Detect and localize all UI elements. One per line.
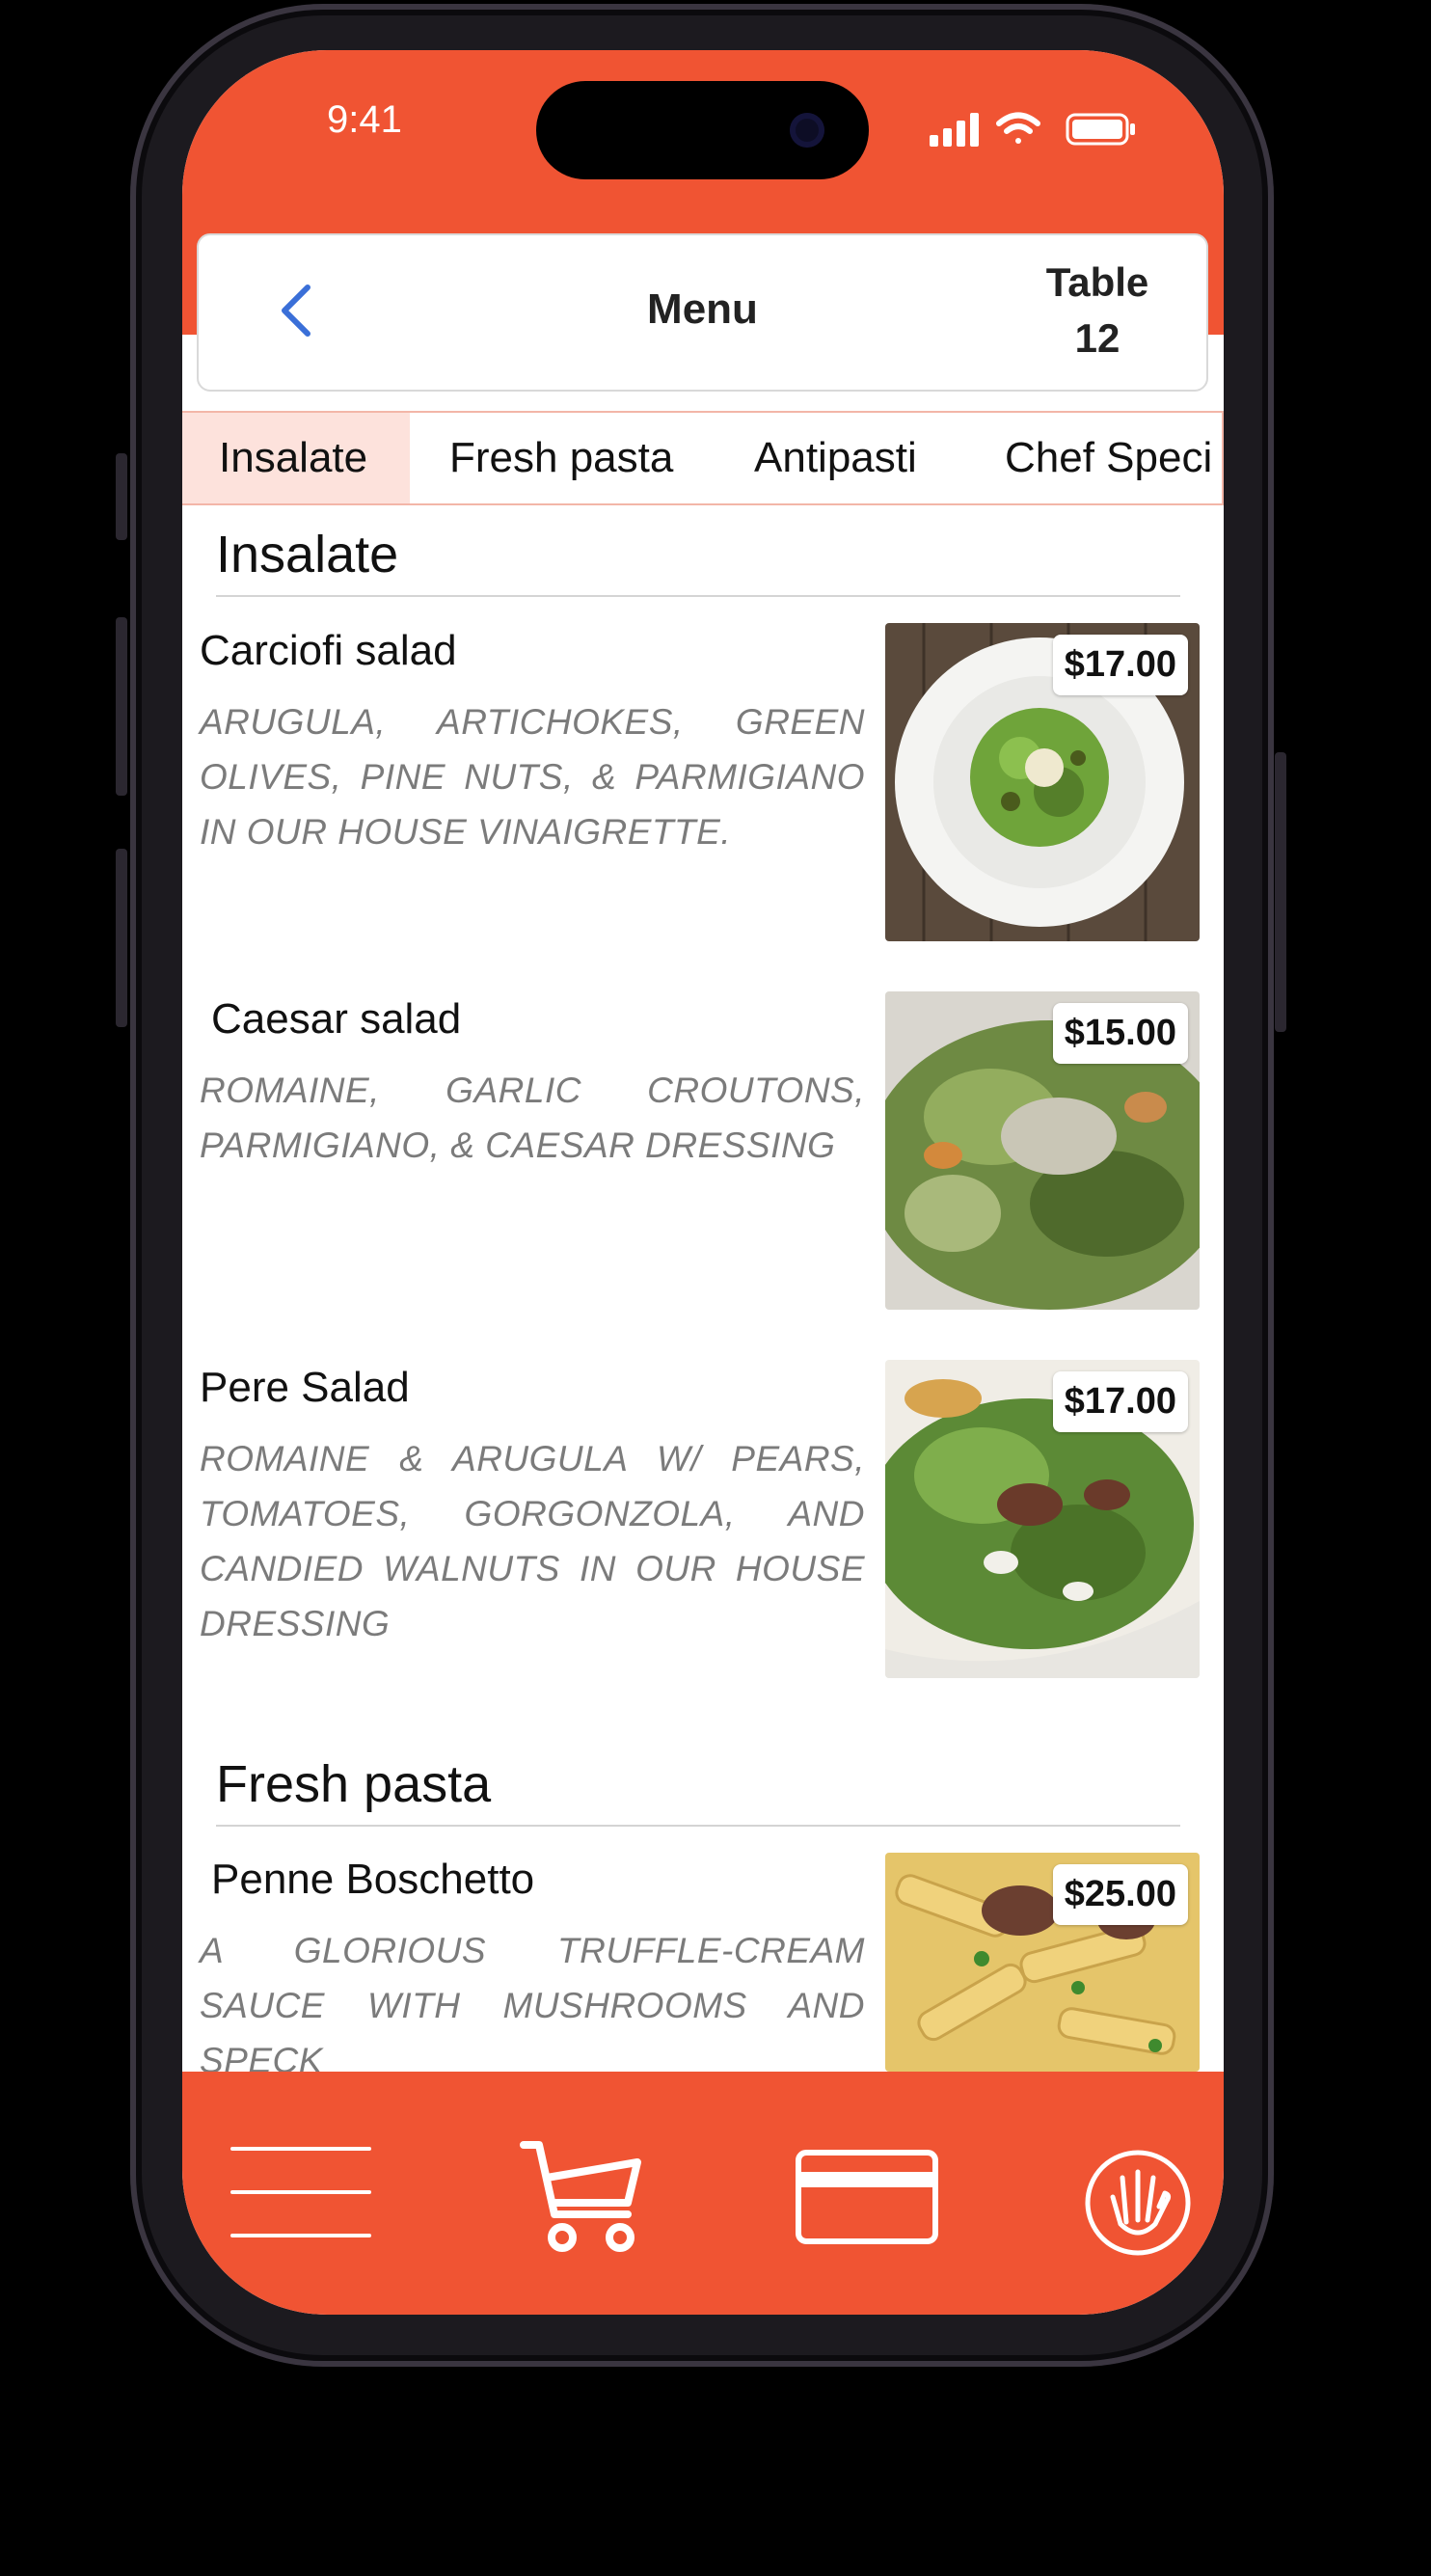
cart-icon [520,2141,641,2252]
phone-power-button [1275,752,1286,1032]
cellular-signal-icon [930,113,979,147]
status-time: 9:41 [327,98,402,141]
battery-icon [1066,113,1135,146]
table-number: Table 12 [1045,259,1149,361]
item-photo: $17.00 [885,1360,1200,1678]
item-name: Pere Salad [200,1364,410,1411]
section-title-fresh-pasta: Fresh pasta [216,1755,492,1813]
item-name: Carciofi salad [200,627,457,674]
section-divider [216,1825,1180,1827]
bottom-nav [182,2072,1224,2315]
menu-lines-icon [230,2147,371,2237]
tab-fresh-pasta[interactable]: Fresh pasta [449,413,673,503]
price-badge: $25.00 [1052,1864,1188,1925]
menu-button[interactable] [229,2139,373,2245]
tab-chef-specials[interactable]: Chef Speci [1005,413,1212,503]
hand-icon [1085,2150,1191,2256]
phone-volume-up-button [116,617,127,796]
status-icons [930,112,1135,147]
item-description: ROMAINE, GARLIC CROUTONS, PARMIGIANO, & … [200,1071,865,1165]
item-name: Penne Boschetto [211,1856,535,1903]
item-photo: $15.00 [885,991,1200,1310]
price-badge: $17.00 [1052,1371,1188,1432]
tab-insalate[interactable]: Insalate [182,413,410,503]
camera-icon [790,113,824,148]
call-waiter-button[interactable] [1084,2149,1192,2257]
dynamic-island [536,81,869,179]
item-description: ARUGULA, ARTICHOKES, GREEN OLIVES, PINE … [200,702,865,852]
cart-button[interactable] [520,2139,645,2255]
header-card: Menu Table 12 [197,233,1208,392]
tab-antipasti[interactable]: Antipasti [754,413,917,503]
price-badge: $17.00 [1052,635,1188,695]
section-title-insalate: Insalate [216,526,399,583]
item-description: ROMAINE & ARUGULA W/ PEARS, TOMATOES, GO… [200,1439,865,1643]
category-tabs: Insalate Fresh pasta Antipasti Chef Spec… [182,411,1224,505]
price-badge: $15.00 [1052,1003,1188,1064]
item-photo: $25.00 [885,1853,1200,2072]
wifi-icon [996,112,1040,144]
app-screen: 9:41 Menu Table 12 Insalate Fresh pasta … [182,50,1224,2315]
item-photo: $17.00 [885,623,1200,941]
card-icon [796,2150,938,2244]
phone-action-button [116,453,127,540]
item-name: Caesar salad [211,995,462,1043]
section-divider [216,595,1180,597]
item-description: A GLORIOUS TRUFFLE-CREAM SAUCE WITH MUSH… [200,1931,865,2080]
tabs-right-edge [1222,413,1224,503]
phone-volume-down-button [116,849,127,1027]
payment-button[interactable] [795,2149,939,2245]
